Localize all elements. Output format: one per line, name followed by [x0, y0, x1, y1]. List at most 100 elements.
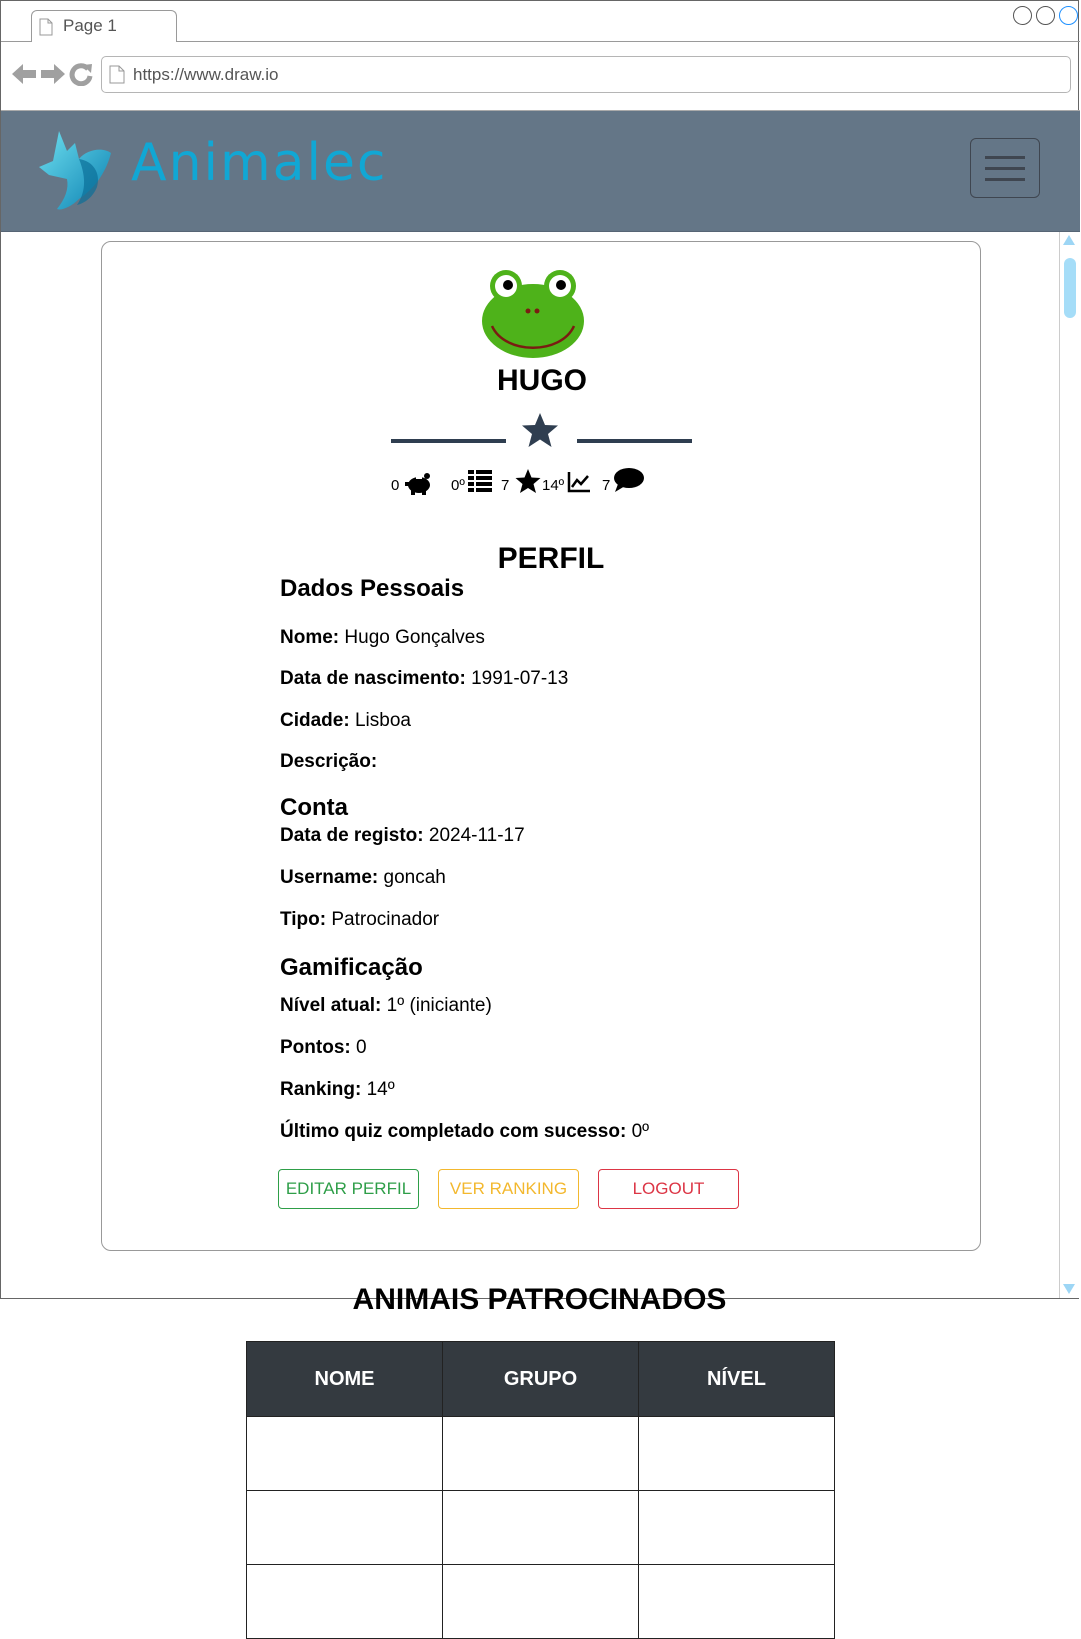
divider-line: [577, 439, 692, 443]
field-registration-date: Data de registo: 2024-11-17: [280, 825, 525, 847]
field-city: Cidade: Lisboa: [280, 710, 411, 732]
vertical-scrollbar[interactable]: [1059, 232, 1079, 1298]
quiz-count: 0º: [451, 477, 465, 494]
field-label: Cidade:: [280, 710, 350, 731]
frog-avatar-icon: [482, 270, 584, 358]
nav-buttons: [11, 62, 93, 86]
comment-icon: [614, 468, 644, 492]
hamburger-line: [985, 156, 1025, 159]
field-value: Hugo Gonçalves: [344, 627, 485, 648]
fox-logo-icon[interactable]: [39, 129, 115, 211]
points-count: 0: [391, 477, 400, 494]
table-cell: [246, 1490, 443, 1565]
column-header-group[interactable]: GRUPO: [442, 1341, 639, 1417]
field-birthdate: Data de nascimento: 1991-07-13: [280, 668, 568, 690]
field-description: Descrição:: [280, 751, 377, 773]
field-last-quiz: Último quiz completado com sucesso: 0º: [280, 1121, 649, 1143]
field-value: 0: [356, 1037, 367, 1058]
field-value: Patrocinador: [331, 909, 440, 930]
stats-row: 0 0º 7 14º 7: [102, 467, 982, 497]
section-title-personal: Dados Pessoais: [280, 575, 465, 602]
table-cell: [246, 1564, 443, 1639]
page-icon: [39, 18, 53, 36]
tab-bar: Page 1: [1, 1, 1080, 42]
table-cell: [246, 1416, 443, 1491]
field-label: Nível atual:: [280, 995, 382, 1016]
ranking-count: 14º: [542, 477, 565, 494]
restore-icon[interactable]: [1036, 6, 1055, 25]
section-heading-perfil: PERFIL: [497, 542, 605, 575]
field-label: Username:: [280, 867, 379, 888]
field-value: goncah: [383, 867, 446, 888]
field-label: Nome:: [280, 627, 340, 648]
app-header: Animalec: [1, 111, 1080, 232]
column-header-level[interactable]: NÍVEL: [638, 1341, 835, 1417]
logout-button[interactable]: LOGOUT: [598, 1169, 739, 1209]
field-name: Nome: Hugo Gonçalves: [280, 627, 485, 649]
list-icon: [468, 470, 492, 492]
profile-name: HUGO: [497, 364, 587, 397]
field-value: 1º (iniciante): [386, 995, 492, 1016]
field-label: Ranking:: [280, 1079, 362, 1100]
field-value: 2024-11-17: [428, 825, 525, 846]
field-label: Pontos:: [280, 1037, 351, 1058]
table-cell: [638, 1564, 835, 1639]
field-level: Nível atual: 1º (iniciante): [280, 995, 492, 1017]
section-title-account: Conta: [280, 794, 348, 821]
scroll-up-arrow-icon[interactable]: [1063, 235, 1075, 245]
forward-arrow-icon[interactable]: [40, 62, 66, 86]
sponsored-animals-table: NOME GRUPO NÍVEL: [246, 1341, 835, 1639]
window-controls: [1013, 6, 1078, 25]
table-row[interactable]: [246, 1490, 835, 1565]
table-row[interactable]: [246, 1416, 835, 1491]
browser-window: Page 1 https://www.draw.io Animalec HUGO…: [0, 0, 1080, 1299]
scroll-thumb[interactable]: [1064, 258, 1076, 318]
section-title-gamification: Gamificação: [280, 954, 423, 981]
close-icon[interactable]: [1059, 6, 1078, 25]
divider-line: [391, 439, 506, 443]
field-type: Tipo: Patrocinador: [280, 909, 439, 931]
page-icon: [109, 65, 125, 84]
brand-name[interactable]: Animalec: [131, 133, 388, 193]
chart-line-icon: [567, 472, 590, 493]
tab-label: Page 1: [63, 16, 117, 35]
sponsored-animals-title: ANIMAIS PATROCINADOS: [352, 1283, 727, 1316]
field-username: Username: goncah: [280, 867, 446, 889]
comments-count: 7: [602, 477, 611, 494]
star-icon: [522, 413, 558, 447]
back-arrow-icon[interactable]: [11, 62, 37, 86]
field-label: Data de nascimento:: [280, 668, 466, 689]
stars-count: 7: [501, 477, 510, 494]
minimize-icon[interactable]: [1013, 6, 1032, 25]
field-label: Tipo:: [280, 909, 327, 930]
navigation-bar: https://www.draw.io: [1, 43, 1080, 111]
table-header-row: NOME GRUPO NÍVEL: [246, 1341, 835, 1417]
field-label: Último quiz completado com sucesso:: [280, 1121, 627, 1142]
table-row[interactable]: [246, 1564, 835, 1639]
column-header-name[interactable]: NOME: [246, 1341, 443, 1417]
reload-icon[interactable]: [69, 62, 93, 86]
view-ranking-button[interactable]: VER RANKING: [438, 1169, 579, 1209]
browser-tab[interactable]: Page 1: [31, 10, 177, 42]
edit-profile-button[interactable]: EDITAR PERFIL: [278, 1169, 419, 1209]
field-value: 14º: [366, 1079, 395, 1100]
field-value: 0º: [631, 1121, 650, 1142]
table-cell: [638, 1416, 835, 1491]
url-text: https://www.draw.io: [133, 65, 279, 84]
star-icon: [515, 469, 541, 493]
table-cell: [638, 1490, 835, 1565]
piggy-bank-icon: [405, 473, 430, 495]
table-cell: [442, 1416, 639, 1491]
profile-card: HUGO 0 0º 7 14º 7 PERFIL Dados Pessoais …: [101, 241, 981, 1251]
hamburger-line: [985, 178, 1025, 181]
hamburger-line: [985, 167, 1025, 170]
field-ranking: Ranking: 14º: [280, 1079, 395, 1101]
field-points: Pontos: 0: [280, 1037, 367, 1059]
menu-button[interactable]: [970, 138, 1040, 198]
table-cell: [442, 1564, 639, 1639]
field-label: Descrição:: [280, 751, 378, 772]
field-label: Data de registo:: [280, 825, 424, 846]
field-value: 1991-07-13: [471, 668, 569, 689]
table-cell: [442, 1490, 639, 1565]
address-bar[interactable]: https://www.draw.io: [101, 56, 1071, 93]
